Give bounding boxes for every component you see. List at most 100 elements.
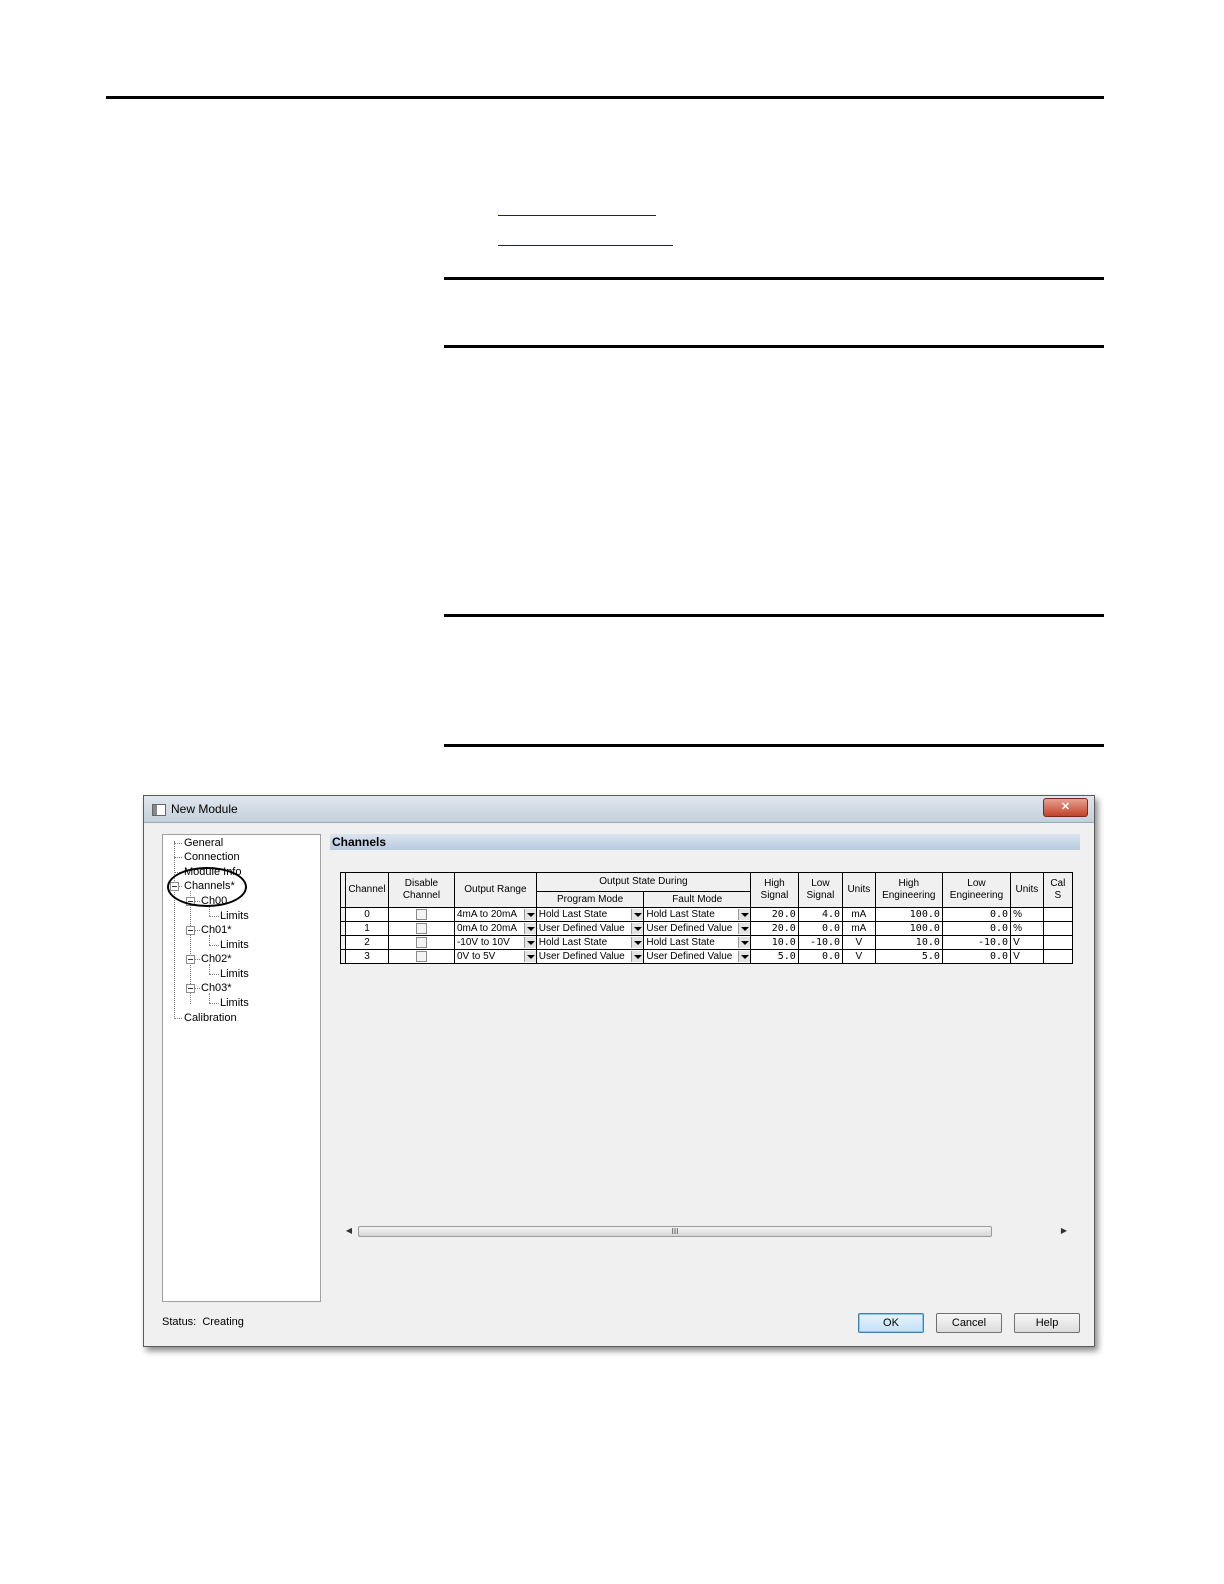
cancel-button[interactable]: Cancel xyxy=(936,1313,1002,1333)
cell-program-mode[interactable]: Hold Last State xyxy=(535,935,645,950)
dropdown-arrow-icon[interactable] xyxy=(523,909,536,920)
cell-units[interactable]: V xyxy=(1010,949,1044,964)
dropdown-arrow-icon[interactable] xyxy=(523,951,536,962)
tree-item-calibration[interactable]: Calibration xyxy=(184,1012,237,1025)
collapse-icon[interactable] xyxy=(186,984,195,993)
cell-high-signal[interactable]: 20.0 xyxy=(750,921,799,936)
cell-units[interactable]: % xyxy=(1010,921,1044,936)
tree-item-connection[interactable]: Connection xyxy=(184,851,240,864)
dropdown-arrow-icon[interactable] xyxy=(738,909,750,920)
cell-units[interactable]: V xyxy=(1010,935,1044,950)
cell-disable xyxy=(387,949,455,964)
dropdown-arrow-icon[interactable] xyxy=(631,951,643,962)
new-module-dialog: New Module ✕ General Connection Module I… xyxy=(143,795,1095,1347)
disable-channel-checkbox[interactable] xyxy=(415,908,427,920)
dropdown-arrow-icon[interactable] xyxy=(631,909,643,920)
tree-item-ch00-limits[interactable]: Limits xyxy=(220,910,249,923)
col-header-high-signal: High Signal xyxy=(750,872,799,908)
col-header-units: Units xyxy=(1010,872,1044,908)
table-row: 3 0V to 5V User Defined Value User Defin… xyxy=(340,949,1073,964)
fault-mode-value: User Defined Value xyxy=(646,951,733,962)
collapse-icon[interactable] xyxy=(186,926,195,935)
fault-mode-value: User Defined Value xyxy=(646,923,733,934)
status-label: Status: xyxy=(162,1316,197,1328)
close-button[interactable]: ✕ xyxy=(1043,798,1088,817)
fault-mode-value: Hold Last State xyxy=(646,937,715,948)
cell-fault-mode[interactable]: User Defined Value xyxy=(643,921,752,936)
dropdown-arrow-icon[interactable] xyxy=(631,937,643,948)
col-header-disable-channel: Disable Channel xyxy=(387,872,455,908)
cell-output-range[interactable]: -10V to 10V xyxy=(453,935,537,950)
cell-low-engineering[interactable]: -10.0 xyxy=(941,935,1012,950)
scroll-left-icon[interactable]: ◀ xyxy=(343,1224,355,1238)
dropdown-arrow-icon[interactable] xyxy=(523,937,536,948)
program-mode-value: User Defined Value xyxy=(538,951,625,962)
tree-item-ch03-limits[interactable]: Limits xyxy=(220,997,249,1010)
table-rule xyxy=(444,277,1104,280)
disable-channel-checkbox[interactable] xyxy=(415,950,427,962)
cell-low-engineering[interactable]: 0.0 xyxy=(941,921,1012,936)
cell-output-range[interactable]: 0V to 5V xyxy=(453,949,537,964)
channels-grid: Channel Disable Channel Output Range Out… xyxy=(340,872,1073,970)
collapse-icon[interactable] xyxy=(186,955,195,964)
cell-high-signal[interactable]: 20.0 xyxy=(750,907,799,922)
cell-output-range[interactable]: 0mA to 20mA xyxy=(453,921,537,936)
disable-channel-checkbox[interactable] xyxy=(415,922,427,934)
dropdown-arrow-icon[interactable] xyxy=(738,923,750,934)
cell-fault-mode[interactable]: Hold Last State xyxy=(643,935,752,950)
cell-low-signal[interactable]: 0.0 xyxy=(797,921,844,936)
cell-low-engineering[interactable]: 0.0 xyxy=(941,907,1012,922)
cell-units: V xyxy=(842,935,876,950)
col-header-program-mode: Program Mode xyxy=(535,891,645,908)
tree-item-general[interactable]: General xyxy=(184,837,223,850)
tree-item-ch02-limits[interactable]: Limits xyxy=(220,968,249,981)
doc-link-1[interactable] xyxy=(498,215,656,216)
doc-link-2[interactable] xyxy=(498,245,673,246)
tree-item-ch03[interactable]: Ch03* xyxy=(201,982,232,995)
cell-high-signal[interactable]: 10.0 xyxy=(750,935,799,950)
cell-high-engineering[interactable]: 100.0 xyxy=(874,921,943,936)
cell-program-mode[interactable]: User Defined Value xyxy=(535,921,645,936)
cell-fault-mode[interactable]: User Defined Value xyxy=(643,949,752,964)
program-mode-value: User Defined Value xyxy=(538,923,625,934)
cell-high-engineering[interactable]: 100.0 xyxy=(874,907,943,922)
cell-fault-mode[interactable]: Hold Last State xyxy=(643,907,752,922)
help-button[interactable]: Help xyxy=(1014,1313,1080,1333)
cell-low-signal[interactable]: -10.0 xyxy=(797,935,844,950)
horizontal-scrollbar[interactable]: ◀ III ▶ xyxy=(343,1224,1070,1238)
col-header-high-engineering: High Engineering xyxy=(874,872,943,908)
disable-channel-checkbox[interactable] xyxy=(415,936,427,948)
status-bar: Status: Creating xyxy=(162,1316,244,1328)
ok-button[interactable]: OK xyxy=(858,1313,924,1333)
program-mode-value: Hold Last State xyxy=(538,937,608,948)
section-header: Channels xyxy=(330,834,1080,850)
title-bar[interactable]: New Module ✕ xyxy=(144,796,1094,823)
channels-table: Channel Disable Channel Output Range Out… xyxy=(340,872,1073,964)
scroll-right-icon[interactable]: ▶ xyxy=(1058,1224,1070,1238)
cell-low-signal[interactable]: 0.0 xyxy=(797,949,844,964)
cell-disable xyxy=(387,921,455,936)
cell-program-mode[interactable]: User Defined Value xyxy=(535,949,645,964)
tree-item-ch01[interactable]: Ch01* xyxy=(201,924,232,937)
cell-high-engineering[interactable]: 5.0 xyxy=(874,949,943,964)
table-row: 1 0mA to 20mA User Defined Value User De… xyxy=(340,921,1073,936)
cell-program-mode[interactable]: Hold Last State xyxy=(535,907,645,922)
col-header-cal: Cal S xyxy=(1042,872,1073,908)
cell-low-engineering[interactable]: 0.0 xyxy=(941,949,1012,964)
cell-high-engineering[interactable]: 10.0 xyxy=(874,935,943,950)
cell-low-signal[interactable]: 4.0 xyxy=(797,907,844,922)
cell-high-signal[interactable]: 5.0 xyxy=(750,949,799,964)
cell-channel: 2 xyxy=(345,935,389,950)
navigation-tree: General Connection Module Info Channels*… xyxy=(162,834,321,1302)
cell-output-range[interactable]: 4mA to 20mA xyxy=(453,907,537,922)
table-rule xyxy=(444,744,1104,747)
scrollbar-thumb[interactable]: III xyxy=(358,1226,992,1237)
dropdown-arrow-icon[interactable] xyxy=(738,951,750,962)
tree-item-ch02[interactable]: Ch02* xyxy=(201,953,232,966)
tree-item-ch01-limits[interactable]: Limits xyxy=(220,939,249,952)
dropdown-arrow-icon[interactable] xyxy=(523,923,536,934)
dropdown-arrow-icon[interactable] xyxy=(738,937,750,948)
table-row: 0 4mA to 20mA Hold Last State Hold Last … xyxy=(340,907,1073,922)
dropdown-arrow-icon[interactable] xyxy=(631,923,643,934)
cell-units[interactable]: % xyxy=(1010,907,1044,922)
